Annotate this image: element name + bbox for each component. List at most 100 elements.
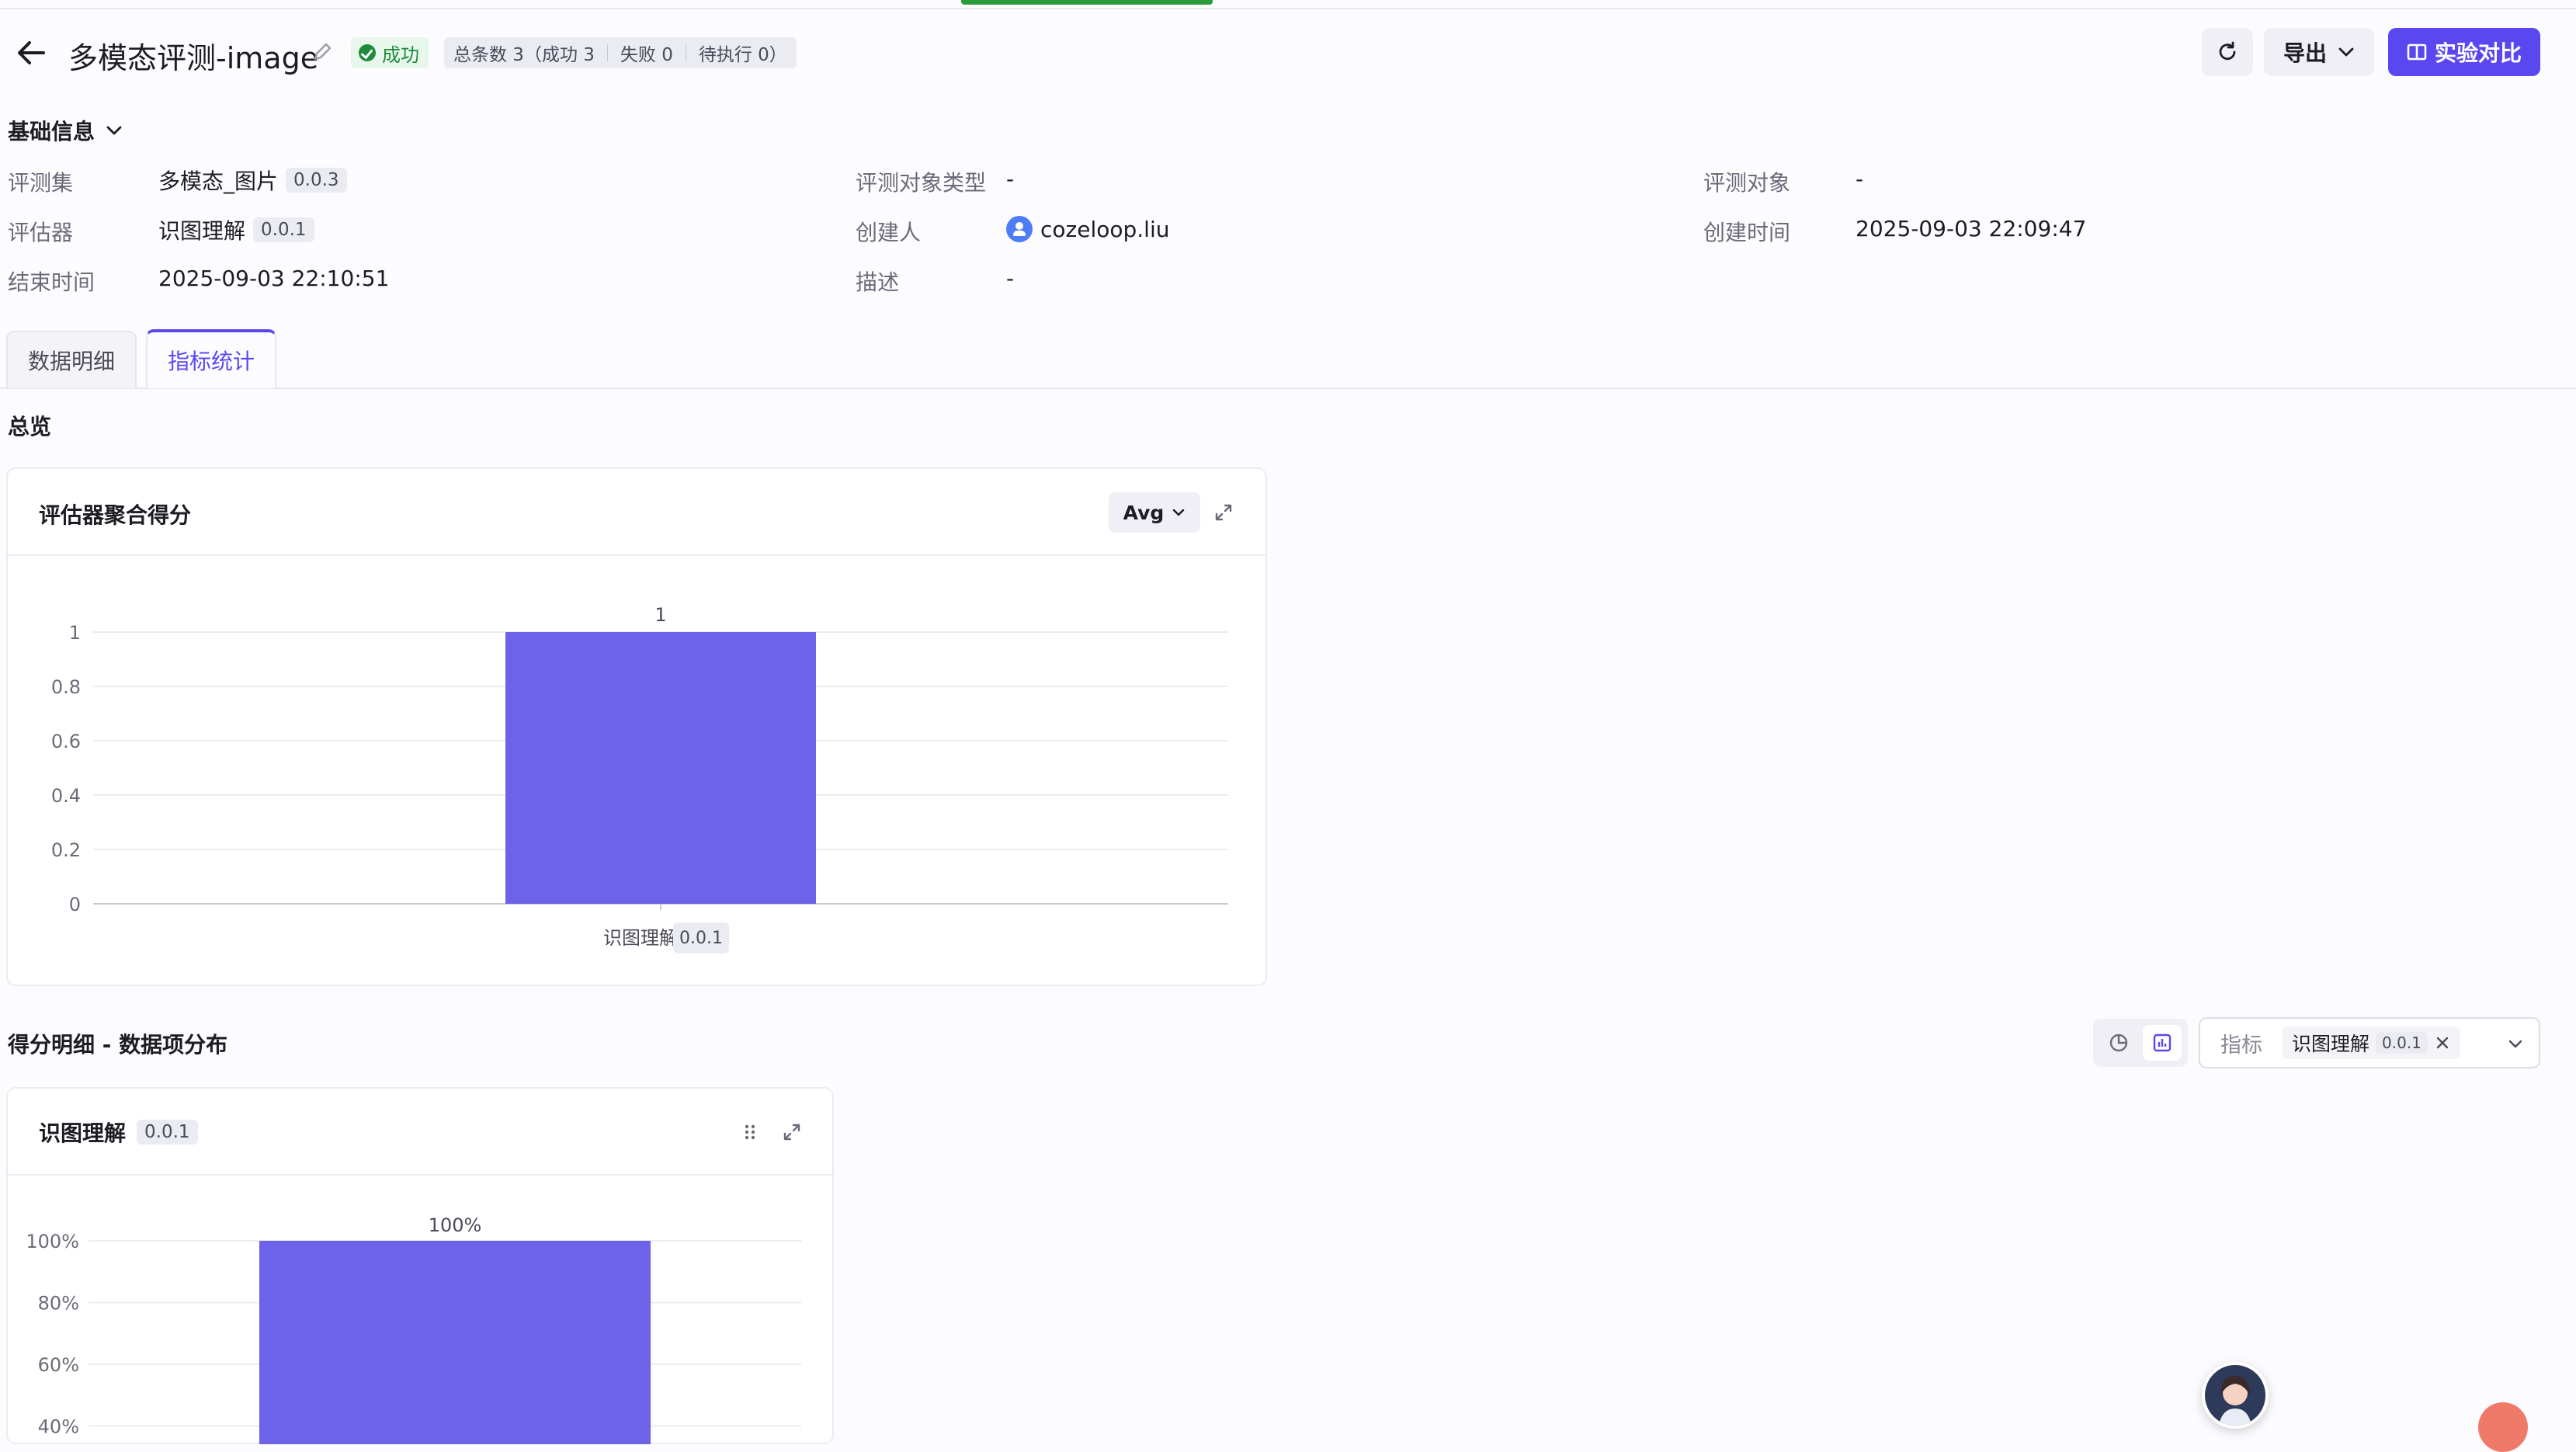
refresh-button[interactable] <box>2202 28 2253 76</box>
target-label: 评测对象 <box>1703 170 1791 196</box>
card-title: 评估器聚合得分 <box>39 502 192 528</box>
edit-title-button[interactable] <box>311 40 334 64</box>
bar <box>259 1241 651 1444</box>
card-title: 识图理解 0.0.1 <box>39 1117 198 1148</box>
version-tag: 0.0.1 <box>253 217 314 242</box>
bar <box>505 632 816 904</box>
overview-title: 总览 <box>8 410 51 441</box>
chevron-down-icon <box>106 126 122 135</box>
created-value: 2025-09-03 22:09:47 <box>1856 216 2087 241</box>
y-tick-label: 0.4 <box>51 785 81 807</box>
dataset-name[interactable]: 多模态_图片 <box>158 165 278 196</box>
divider <box>606 44 608 61</box>
x-tick-version: 0.0.1 <box>679 929 723 948</box>
expand-icon <box>783 1124 800 1141</box>
y-tick-label: 0.8 <box>51 676 81 698</box>
distribution-heading: 得分明细 - 数据项分布 <box>8 1032 228 1058</box>
ended-label: 结束时间 <box>8 269 95 295</box>
version-tag: 0.0.1 <box>2376 1032 2428 1054</box>
tabs-divider <box>0 387 2576 389</box>
feedback-icon[interactable] <box>2478 1402 2528 1452</box>
aggregate-select[interactable]: Avg <box>1109 492 1200 533</box>
version-tag: 0.0.3 <box>286 168 347 193</box>
distribution-bar-chart: 40% 60% 80% 100% 100% <box>26 1214 801 1444</box>
y-tick-label: 0.2 <box>51 839 81 861</box>
creator-value: cozeloop.liu <box>1006 216 1169 242</box>
metric-select-label: 指标 <box>2220 1033 2262 1058</box>
pie-chart-toggle[interactable] <box>2099 1025 2138 1061</box>
export-label: 导出 <box>2283 40 2327 66</box>
compare-icon <box>2407 43 2427 61</box>
compare-button[interactable]: 实验对比 <box>2388 28 2540 76</box>
target-type-label: 评测对象类型 <box>856 170 987 196</box>
bar-chart-toggle[interactable] <box>2143 1025 2182 1061</box>
evaluator-label: 评估器 <box>8 220 74 245</box>
evaluator-name[interactable]: 识图理解 <box>158 214 245 245</box>
target-type-value: - <box>1006 166 1015 192</box>
basic-info-toggle[interactable]: 基础信息 <box>8 115 123 146</box>
pie-chart-icon <box>2109 1033 2128 1052</box>
target-value: - <box>1856 166 1864 192</box>
total-count: 总条数 3（成功 3 <box>453 45 595 65</box>
y-tick-label: 100% <box>26 1231 79 1252</box>
metric-select[interactable]: 指标 识图理解 0.0.1 <box>2199 1017 2540 1068</box>
y-tick-label: 40% <box>38 1416 79 1438</box>
check-circle-icon <box>359 44 376 61</box>
failed-count: 失败 0 <box>620 45 673 65</box>
bar-chart-icon <box>2153 1033 2172 1052</box>
distribution-title: 得分明细 - 数据项分布 <box>8 1028 227 1059</box>
y-tick-label: 60% <box>38 1354 79 1376</box>
overview-heading: 总览 <box>8 414 52 439</box>
version-tag: 0.0.1 <box>137 1120 198 1145</box>
compare-label: 实验对比 <box>2434 40 2522 66</box>
pencil-icon <box>314 43 332 61</box>
aggregate-select-value: Avg <box>1123 501 1165 524</box>
y-tick-label: 0.6 <box>51 731 81 752</box>
desc-value: - <box>1006 266 1015 291</box>
tab-data-detail[interactable]: 数据明细 <box>6 331 137 388</box>
count-summary: 总条数 3（成功 3 失败 0 待执行 0） <box>444 37 797 68</box>
data-label: 1 <box>654 604 666 626</box>
creator-label: 创建人 <box>856 220 922 245</box>
aggregate-score-card: 评估器聚合得分 Avg 0 0.2 0.4 0.6 0.8 1 1 识图理解 0.0.1 <box>6 467 1267 986</box>
card-header: 识图理解 0.0.1 <box>8 1089 832 1176</box>
distribution-card: 识图理解 0.0.1 40% 60% 80% 100% 100% <box>6 1087 834 1444</box>
export-button[interactable]: 导出 <box>2264 28 2374 76</box>
close-icon[interactable] <box>2434 1034 2451 1051</box>
page-title: 多模态评测-image <box>68 41 319 75</box>
data-label: 100% <box>429 1214 482 1236</box>
chevron-down-icon <box>2508 1040 2522 1048</box>
dataset-label: 评测集 <box>8 170 74 196</box>
x-tick-label: 识图理解 <box>603 927 678 949</box>
y-tick-label: 0 <box>69 894 81 915</box>
chart-type-toggle <box>2093 1019 2188 1067</box>
arrow-left-icon <box>18 41 45 64</box>
assistant-icon <box>2219 1376 2251 1426</box>
status-text: 成功 <box>382 43 419 66</box>
evaluator-value: 识图理解 0.0.1 <box>158 214 314 245</box>
loading-indicator <box>961 0 1213 5</box>
chevron-down-icon <box>1173 509 1185 516</box>
back-button[interactable] <box>12 36 50 70</box>
drag-handle-icon <box>745 1124 755 1140</box>
aggregate-bar-chart: 0 0.2 0.4 0.6 0.8 1 1 识图理解 0.0.1 <box>51 604 1228 954</box>
card-header: 评估器聚合得分 Avg <box>8 469 1265 556</box>
created-label: 创建时间 <box>1703 220 1791 245</box>
assistant-avatar[interactable] <box>2202 1362 2269 1429</box>
user-icon <box>1006 216 1033 242</box>
expand-icon <box>1215 504 1232 521</box>
top-strip <box>0 0 2576 9</box>
card-title-text: 识图理解 <box>39 1120 127 1146</box>
dataset-value: 多模态_图片 0.0.3 <box>158 165 347 196</box>
creator-name: cozeloop.liu <box>1040 216 1170 242</box>
expand-button[interactable] <box>778 1118 806 1146</box>
metric-chip-label: 识图理解 <box>2292 1033 2370 1055</box>
y-tick-label: 80% <box>38 1293 79 1315</box>
page-header: 多模态评测-image 成功 总条数 3（成功 3 失败 0 待执行 0） 导出… <box>0 23 2576 82</box>
drag-handle[interactable] <box>736 1118 764 1146</box>
expand-button[interactable] <box>1210 498 1238 526</box>
ended-value: 2025-09-03 22:10:51 <box>158 266 390 291</box>
desc-label: 描述 <box>856 269 900 295</box>
pending-count: 待执行 0） <box>698 45 787 65</box>
tab-metrics[interactable]: 指标统计 <box>146 329 277 388</box>
